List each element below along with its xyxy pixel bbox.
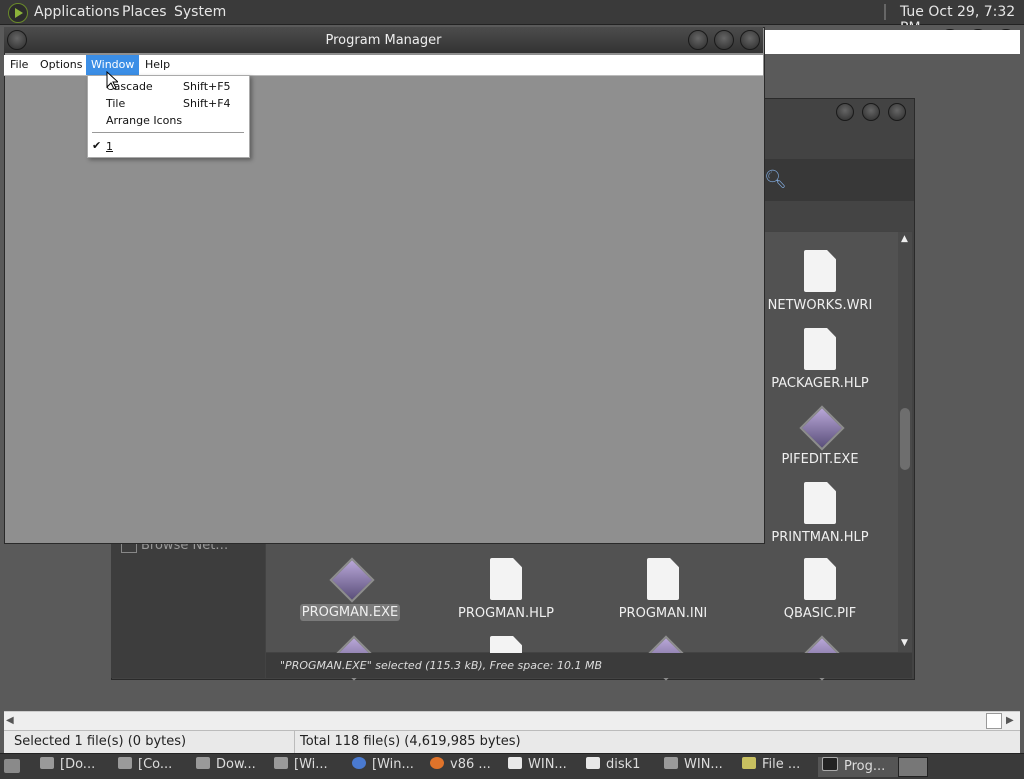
scroll-thumb[interactable] — [986, 713, 1002, 729]
shortcut-tile: Shift+F4 — [183, 97, 231, 110]
file-label: QBASIC.PIF — [783, 606, 857, 621]
computer-icon — [118, 757, 132, 769]
folder-icon — [40, 757, 54, 769]
file-label: PROGMAN.INI — [618, 606, 708, 621]
menu-file[interactable]: File — [10, 58, 28, 71]
task-button[interactable]: [Do... — [40, 757, 112, 777]
pm-close-icon[interactable] — [740, 30, 760, 50]
file-label: PACKAGER.HLP — [771, 376, 869, 391]
folder-icon — [196, 757, 210, 769]
file-manager-icon — [742, 757, 756, 769]
pm-maximize-icon[interactable] — [714, 30, 734, 50]
fm-close-icon[interactable] — [888, 103, 906, 121]
document-icon — [804, 250, 836, 292]
executable-icon — [329, 557, 375, 603]
task-button[interactable]: File ... — [742, 757, 814, 777]
status-total: Total 118 file(s) (4,619,985 bytes) — [300, 734, 521, 749]
scroll-left-icon[interactable]: ◀ — [6, 715, 14, 726]
task-button[interactable]: WIN... — [664, 757, 736, 777]
places-menu[interactable]: Places — [122, 4, 167, 20]
task-button[interactable]: WIN... — [508, 757, 580, 777]
task-button[interactable]: [Wi... — [274, 757, 346, 777]
task-button[interactable]: v86 ... — [430, 757, 502, 777]
document-icon — [647, 558, 679, 600]
window-title: Program Manager — [325, 33, 442, 48]
task-label: disk1 — [606, 757, 641, 772]
show-desktop-icon[interactable] — [4, 759, 20, 773]
window-icon — [508, 757, 522, 769]
task-label: [Win... — [372, 757, 414, 772]
menu-options[interactable]: Options — [40, 58, 82, 71]
menu-separator — [92, 132, 244, 133]
executable-icon — [799, 405, 845, 451]
document-icon — [490, 558, 522, 600]
task-button-active[interactable]: Prog... — [818, 757, 900, 777]
workspace-switcher[interactable] — [898, 757, 928, 777]
shortcut-cascade: Shift+F5 — [183, 80, 231, 93]
task-label: WIN... — [528, 757, 567, 772]
task-label: [Do... — [60, 757, 96, 772]
fm-maximize-icon[interactable] — [862, 103, 880, 121]
taskbar: [Do... [Co... Dow... [Wi... [Win... v86 … — [0, 753, 1024, 779]
chromium-icon — [352, 757, 366, 769]
pm-minimize-icon[interactable] — [688, 30, 708, 50]
window-icon — [586, 757, 600, 769]
task-label: [Co... — [138, 757, 173, 772]
scroll-up-icon[interactable]: ▲ — [901, 234, 908, 244]
menu-item-window-1[interactable]: 1 — [106, 140, 113, 153]
task-button[interactable]: [Co... — [118, 757, 190, 777]
program-manager-titlebar[interactable]: Program Manager — [4, 27, 763, 53]
program-manager-icon — [822, 757, 838, 771]
scroll-right-icon[interactable]: ▶ — [1006, 715, 1014, 726]
horizontal-scrollbar[interactable]: ◀ ▶ — [4, 711, 1020, 730]
file-label: PRINTMAN.HLP — [771, 530, 869, 545]
file-label: NETWORKS.WRI — [767, 298, 873, 313]
firefox-icon — [430, 757, 444, 769]
scroll-down-icon[interactable]: ▼ — [901, 638, 908, 648]
task-label: Dow... — [216, 757, 256, 772]
fm-minimize-icon[interactable] — [836, 103, 854, 121]
scroll-thumb[interactable] — [900, 408, 910, 470]
menu-item-arrange-icons[interactable]: Arrange Icons — [106, 114, 182, 127]
top-panel: Applications Places System Tue Oct 29, 7… — [0, 0, 1024, 36]
distro-logo-icon[interactable] — [8, 3, 28, 23]
check-icon: ✔ — [92, 139, 102, 152]
folder-icon — [664, 757, 678, 769]
applications-menu[interactable]: Applications — [34, 4, 120, 20]
status-selected: Selected 1 file(s) (0 bytes) — [14, 734, 187, 749]
mouse-cursor-icon — [106, 71, 118, 90]
task-label: [Wi... — [294, 757, 328, 772]
file-label: PROGMAN.HLP — [457, 606, 554, 621]
fm-vertical-scrollbar[interactable]: ▲ ▼ — [898, 232, 912, 652]
file-label: PIFEDIT.EXE — [781, 452, 859, 467]
menu-help[interactable]: Help — [145, 58, 170, 71]
task-button[interactable]: disk1 — [586, 757, 658, 777]
task-button[interactable]: Dow... — [196, 757, 268, 777]
window-icon — [274, 757, 288, 769]
document-icon — [804, 328, 836, 370]
file-label-selected: PROGMAN.EXE — [300, 604, 400, 621]
menu-item-tile[interactable]: Tile — [106, 97, 125, 110]
task-button[interactable]: [Win... — [352, 757, 424, 777]
task-label: Prog... — [844, 759, 886, 774]
fm-statusbar: "PROGMAN.EXE" selected (115.3 kB), Free … — [266, 653, 912, 678]
system-menu[interactable]: System — [174, 4, 226, 20]
status-divider — [294, 731, 295, 753]
background-statusbar: Selected 1 file(s) (0 bytes) Total 118 f… — [4, 730, 1020, 753]
document-icon — [804, 558, 836, 600]
document-icon — [804, 482, 836, 524]
panel-separator — [884, 4, 886, 20]
task-label: v86 ... — [450, 757, 491, 772]
fm-status-text: "PROGMAN.EXE" selected (115.3 kB), Free … — [280, 659, 603, 672]
task-label: File ... — [762, 757, 801, 772]
task-label: WIN... — [684, 757, 723, 772]
search-icon[interactable]: 🔍︎ — [764, 169, 787, 190]
